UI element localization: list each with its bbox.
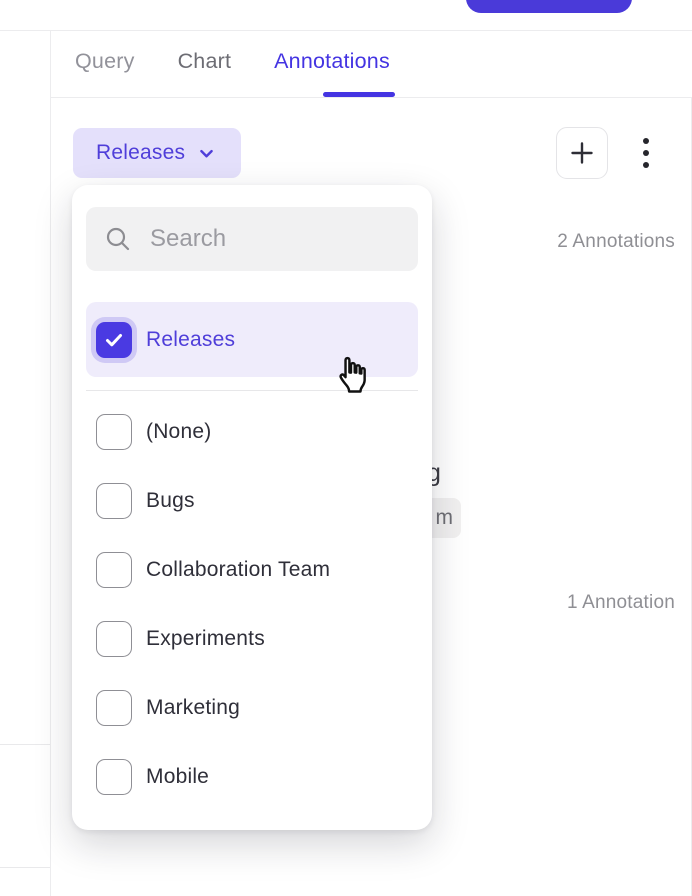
annotation-count-bottom: 1 Annotation (567, 592, 675, 614)
option-none[interactable]: (None) (86, 397, 418, 466)
more-options-button[interactable] (631, 129, 661, 177)
option-bugs[interactable]: Bugs (86, 466, 418, 535)
top-divider (0, 30, 692, 31)
search-box[interactable] (86, 207, 418, 271)
checkbox-unchecked[interactable] (96, 690, 132, 726)
annotations-screen: Query Chart Annotations Releases 2 Annot… (0, 0, 692, 896)
checkbox-unchecked[interactable] (96, 759, 132, 795)
checkbox-unchecked[interactable] (96, 552, 132, 588)
dropdown-divider (86, 390, 418, 391)
checkbox-unchecked[interactable] (96, 483, 132, 519)
filter-button-label: Releases (96, 141, 185, 165)
tab-chart[interactable]: Chart (178, 49, 232, 74)
option-label: Marketing (146, 696, 240, 720)
option-label: Bugs (146, 489, 195, 513)
chevron-down-icon (198, 145, 215, 162)
sidebar-border (50, 30, 51, 896)
tab-annotations[interactable]: Annotations (274, 49, 390, 74)
search-input[interactable] (150, 225, 402, 253)
occluded-tag-fragment: m (436, 506, 454, 530)
add-annotation-button[interactable] (556, 127, 608, 179)
sidebar-row-divider (0, 867, 50, 868)
option-label: Mobile (146, 765, 209, 789)
option-marketing[interactable]: Marketing (86, 673, 418, 742)
sidebar-row-divider (0, 744, 50, 745)
tabs-divider (50, 97, 692, 98)
option-mobile[interactable]: Mobile (86, 742, 418, 811)
check-icon (102, 328, 126, 352)
checkbox-unchecked[interactable] (96, 414, 132, 450)
annotation-category-dropdown: Releases (None) Bugs Collaboration Team … (72, 185, 432, 830)
tab-bar: Query Chart Annotations (75, 49, 390, 74)
checkbox-checked[interactable] (96, 322, 132, 358)
option-label: Releases (146, 328, 235, 352)
option-collaboration-team[interactable]: Collaboration Team (86, 535, 418, 604)
plus-icon (568, 139, 596, 167)
option-experiments[interactable]: Experiments (86, 604, 418, 673)
option-label: Collaboration Team (146, 558, 330, 582)
search-icon (104, 225, 132, 253)
option-releases-selected[interactable]: Releases (86, 302, 418, 377)
annotation-count-top: 2 Annotations (557, 231, 675, 253)
releases-filter-dropdown-button[interactable]: Releases (73, 128, 241, 178)
option-label: (None) (146, 420, 211, 444)
tab-query[interactable]: Query (75, 49, 135, 74)
primary-action-button-cutoff[interactable] (466, 0, 632, 13)
option-label: Experiments (146, 627, 265, 651)
checkbox-unchecked[interactable] (96, 621, 132, 657)
kebab-menu-icon (643, 138, 649, 168)
